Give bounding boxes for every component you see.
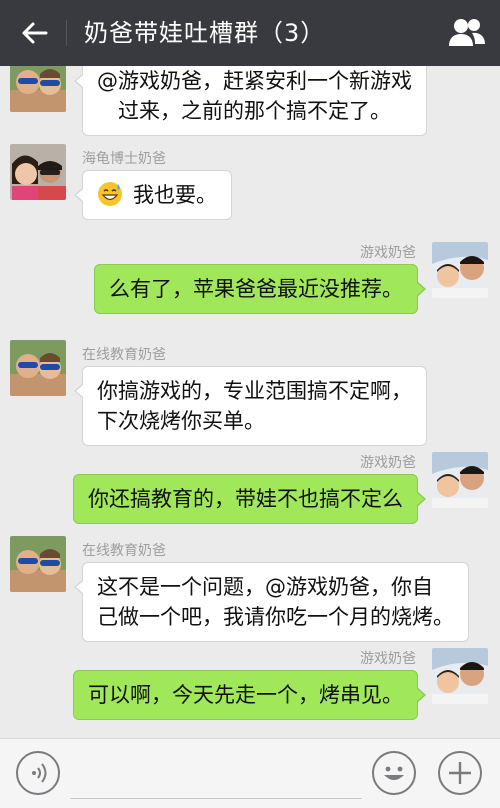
message-text: 过来，之前的那个搞不定了。 [97, 99, 391, 123]
voice-input-button[interactable] [16, 751, 60, 795]
message-text: 可以啊，今天先走一个，烤串见。 [88, 683, 403, 707]
message-bubble[interactable]: 我也要。 [74, 170, 232, 220]
avatar[interactable] [10, 66, 66, 112]
avatar[interactable] [10, 536, 66, 592]
emoji-button[interactable] [372, 751, 416, 795]
message-bubble[interactable]: 你还搞教育的，带娃不也搞不定么 [73, 474, 426, 524]
smiley-icon [384, 766, 404, 780]
message-text: 我也要。 [133, 183, 217, 207]
more-actions-button[interactable] [438, 751, 482, 795]
sender-name: 游戏奶爸 [360, 245, 416, 261]
message-bubble[interactable]: 你搞游戏的，专业范围搞不定啊， 下次烧烤你买单。 [74, 366, 427, 446]
message-text: 你还搞教育的，带娃不也搞不定么 [88, 487, 403, 511]
group-members-icon[interactable] [448, 15, 486, 51]
message-text: 己做一个吧，我请你吃一个月的烧烤。 [97, 605, 454, 629]
chat-title: 奶爸带娃吐槽群（3） [84, 19, 326, 47]
grinning-sweat-emoji-icon [98, 182, 122, 206]
message-text: 么有了，苹果爸爸最近没推荐。 [109, 277, 403, 301]
avatar[interactable] [432, 648, 488, 704]
avatar[interactable] [10, 340, 66, 396]
voice-wave-icon [32, 763, 47, 783]
sender-name: 游戏奶爸 [360, 651, 416, 667]
title-bar: 奶爸带娃吐槽群（3） [0, 0, 500, 66]
message-text: 下次烧烤你买单。 [97, 409, 265, 433]
avatar[interactable] [432, 242, 488, 298]
message-input[interactable] [70, 753, 362, 799]
message-text: @游戏奶爸，赶紧安利一个新游戏 [97, 69, 412, 93]
message-list[interactable]: @游戏奶爸，赶紧安利一个新游戏 过来，之前的那个搞不定了。 海龟博士奶爸 我也要… [0, 66, 500, 738]
message-bubble[interactable]: 可以啊，今天先走一个，烤串见。 [73, 670, 426, 720]
sender-name: 游戏奶爸 [360, 455, 416, 471]
plus-icon [449, 762, 471, 784]
sender-name: 在线教育奶爸 [82, 347, 166, 363]
message-text: 你搞游戏的，专业范围搞不定啊， [97, 379, 412, 403]
header-divider [66, 20, 67, 46]
message-text: 这不是一个问题，@游戏奶爸，你自 [97, 575, 433, 599]
input-bar [0, 738, 500, 808]
message-bubble[interactable]: 么有了，苹果爸爸最近没推荐。 [94, 264, 426, 314]
back-arrow-icon[interactable] [18, 17, 50, 49]
sender-name: 海龟博士奶爸 [82, 151, 166, 167]
message-bubble[interactable]: 这不是一个问题，@游戏奶爸，你自 己做一个吧，我请你吃一个月的烧烤。 [74, 562, 469, 642]
sender-name: 在线教育奶爸 [82, 543, 166, 559]
avatar[interactable] [432, 452, 488, 508]
avatar[interactable] [10, 144, 66, 200]
message-bubble[interactable]: @游戏奶爸，赶紧安利一个新游戏 过来，之前的那个搞不定了。 [74, 66, 427, 136]
